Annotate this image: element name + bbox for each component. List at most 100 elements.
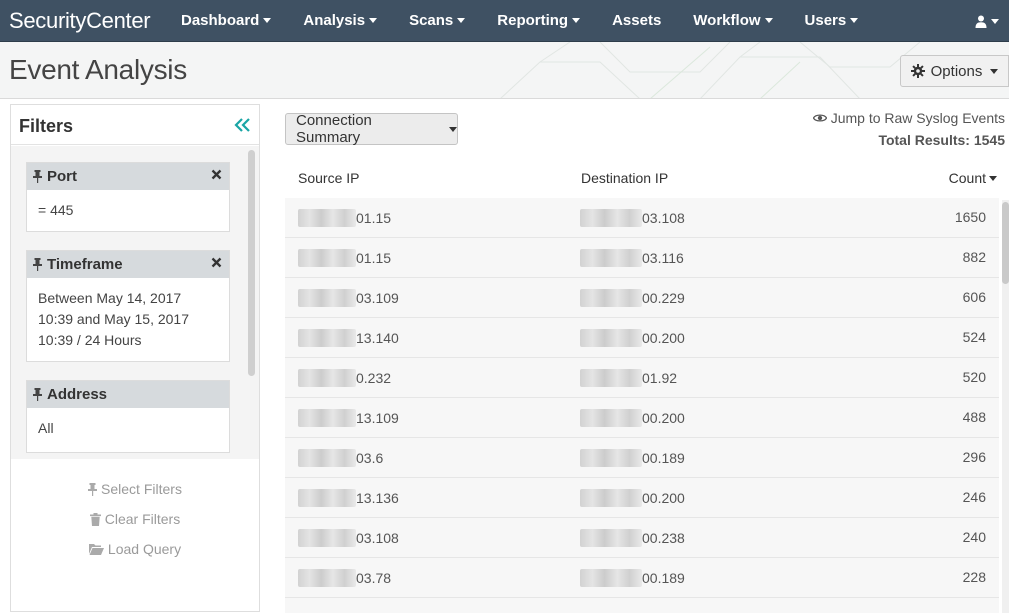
- column-header-destination-ip[interactable]: Destination IP: [581, 170, 668, 186]
- results-scrollbar-thumb[interactable]: [1002, 202, 1009, 284]
- cell-count: 228: [962, 569, 986, 585]
- cell-count: 296: [962, 449, 986, 465]
- analysis-tool-dropdown[interactable]: Connection Summary: [285, 112, 458, 146]
- source-ip-suffix: 13.140: [356, 330, 399, 346]
- analysis-tool-label: Connection Summary: [296, 112, 372, 146]
- redacted-ip-prefix: [298, 249, 356, 267]
- cell-destination-ip: 00.200: [580, 409, 685, 427]
- source-ip-suffix: 13.109: [356, 410, 399, 426]
- double-chevron-left-icon[interactable]: [233, 115, 253, 135]
- table-row[interactable]: 13.109 00.200 488: [285, 398, 999, 438]
- destination-ip-suffix: 00.200: [642, 490, 685, 506]
- cell-count: 240: [962, 529, 986, 545]
- jump-link-label: Jump to Raw Syslog Events: [830, 110, 1005, 126]
- redacted-ip-prefix: [580, 449, 642, 467]
- nav-dashboard[interactable]: Dashboard: [165, 0, 287, 42]
- redacted-ip-prefix: [580, 409, 642, 427]
- table-row[interactable]: 01.15 03.108 1650: [285, 198, 999, 238]
- cell-count: 246: [962, 489, 986, 505]
- redacted-ip-prefix: [298, 569, 356, 587]
- user-menu[interactable]: [975, 0, 999, 42]
- redacted-ip-prefix: [298, 209, 356, 227]
- brand-logo[interactable]: SecurityCenter: [0, 8, 165, 34]
- trash-icon: [89, 512, 101, 526]
- nav-analysis[interactable]: Analysis: [287, 0, 393, 42]
- cell-source-ip: 03.109: [298, 289, 399, 307]
- gear-icon: [910, 64, 925, 78]
- caret-down-icon: [457, 18, 466, 23]
- table-row[interactable]: 03.109 00.229 606: [285, 278, 999, 318]
- destination-ip-suffix: 00.229: [642, 290, 685, 306]
- column-header-source-ip[interactable]: Source IP: [298, 170, 359, 186]
- filter-card-header: Address: [27, 381, 229, 408]
- source-ip-suffix: 0.232: [356, 370, 392, 386]
- redacted-ip-prefix: [580, 369, 642, 387]
- select-filters-link[interactable]: Select Filters: [11, 481, 259, 497]
- nav-workflow-label: Workflow: [693, 12, 761, 29]
- nav-users-label: Users: [804, 12, 847, 29]
- pin-icon: [33, 258, 42, 271]
- nav-reporting[interactable]: Reporting: [481, 0, 596, 42]
- cell-destination-ip: 00.189: [580, 449, 685, 467]
- options-button-label: Options: [930, 62, 983, 80]
- nav-assets[interactable]: Assets: [596, 0, 677, 42]
- cell-destination-ip: 00.229: [580, 289, 685, 307]
- cell-source-ip: 0.232: [298, 369, 391, 387]
- filter-card-header: Timeframe: [27, 251, 229, 278]
- options-button[interactable]: Options: [900, 55, 1009, 87]
- results-scrollbar[interactable]: [1002, 200, 1009, 613]
- cell-destination-ip: 03.116: [580, 249, 684, 267]
- table-row[interactable]: 0.232 01.92 520: [285, 358, 999, 398]
- destination-ip-suffix: 00.200: [642, 330, 685, 346]
- cell-destination-ip: 01.92: [580, 369, 677, 387]
- filter-card-title: Timeframe: [47, 256, 123, 273]
- table-row[interactable]: 03.108 00.238 240: [285, 518, 999, 558]
- remove-filter-icon[interactable]: [211, 257, 222, 268]
- filters-header: Filters: [11, 105, 259, 145]
- filter-card-value: = 445: [38, 202, 74, 218]
- top-navbar: SecurityCenter Dashboard Analysis Scans …: [0, 0, 1009, 42]
- column-header-count[interactable]: Count: [949, 170, 997, 186]
- nav-users[interactable]: Users: [789, 0, 875, 42]
- filter-card-header: Port: [27, 163, 229, 190]
- table-row[interactable]: 13.136 00.200 246: [285, 478, 999, 518]
- cell-count: 882: [962, 249, 986, 265]
- redacted-ip-prefix: [298, 409, 356, 427]
- table-row[interactable]: 03.6 00.189 296: [285, 438, 999, 478]
- nav-scans[interactable]: Scans: [393, 0, 481, 42]
- caret-down-icon: [572, 18, 581, 23]
- table-row[interactable]: 03.78 00.189 228: [285, 558, 999, 598]
- cell-count: 520: [962, 369, 986, 385]
- filter-card-port[interactable]: Port = 445: [26, 162, 230, 232]
- cell-destination-ip: 00.200: [580, 329, 685, 347]
- redacted-ip-prefix: [580, 529, 642, 547]
- nav-assets-label: Assets: [612, 12, 662, 29]
- cell-destination-ip: 00.189: [580, 569, 685, 587]
- cell-destination-ip: 00.200: [580, 489, 685, 507]
- nav-workflow[interactable]: Workflow: [677, 0, 788, 42]
- caret-down-icon: [369, 18, 378, 23]
- filter-card-timeframe[interactable]: Timeframe Between May 14, 2017 10:39 and…: [26, 250, 230, 362]
- cell-source-ip: 01.15: [298, 249, 391, 267]
- page-header: Event Analysis Options: [0, 42, 1009, 99]
- filters-scrollbar[interactable]: [248, 150, 255, 376]
- load-query-link[interactable]: Load Query: [11, 541, 259, 557]
- filters-list: Port = 445 Timeframe Between May 14, 201…: [11, 146, 259, 459]
- clear-filters-link[interactable]: Clear Filters: [11, 511, 259, 527]
- table-row[interactable]: 13.140 00.200 524: [285, 318, 999, 358]
- destination-ip-suffix: 00.200: [642, 410, 685, 426]
- source-ip-suffix: 03.6: [356, 450, 384, 466]
- jump-to-raw-syslog-link[interactable]: Jump to Raw Syslog Events: [812, 110, 1005, 126]
- load-query-label: Load Query: [107, 541, 182, 557]
- destination-ip-suffix: 03.116: [642, 250, 684, 266]
- table-row[interactable]: 01.15 03.116 882: [285, 238, 999, 278]
- remove-filter-icon[interactable]: [211, 169, 222, 180]
- filter-card-address[interactable]: Address All: [26, 380, 230, 453]
- filter-card-title: Address: [47, 386, 108, 403]
- redacted-ip-prefix: [580, 249, 642, 267]
- cell-source-ip: 13.109: [298, 409, 399, 427]
- source-ip-suffix: 01.15: [356, 210, 392, 226]
- cell-count: 524: [962, 329, 986, 345]
- cell-count: 606: [962, 289, 986, 305]
- column-header-count-label: Count: [948, 170, 986, 186]
